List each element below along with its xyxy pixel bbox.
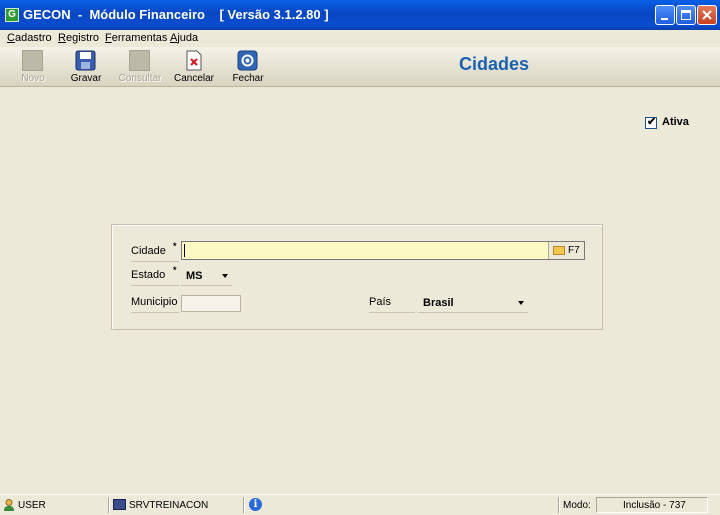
minimize-icon [661, 18, 668, 20]
menu-bar: Cadastro Registro Ferramentas Ajuda [0, 30, 720, 47]
cidade-input[interactable] [181, 241, 585, 260]
maximize-icon [681, 10, 691, 20]
status-separator [558, 497, 560, 513]
user-icon [4, 499, 14, 511]
status-user: USER [18, 500, 46, 511]
menu-ajuda[interactable]: Ajuda [170, 32, 198, 44]
cidade-label: Cidade [131, 245, 179, 262]
fechar-button[interactable]: Fechar [225, 49, 271, 85]
search-icon [129, 50, 150, 71]
close-window-button[interactable] [697, 5, 717, 25]
ativa-label[interactable]: Ativa [662, 116, 689, 128]
new-icon [22, 50, 43, 71]
window-titlebar[interactable]: G GECON - Módulo Financeiro [ Versão 3.1… [0, 0, 720, 30]
toolbar: Novo Gravar Consultar Cancelar Fechar [0, 47, 720, 87]
pais-label: País [369, 296, 415, 313]
cidade-required-mark: * [173, 241, 177, 251]
info-icon[interactable]: i [249, 498, 262, 511]
cancelar-button[interactable]: Cancelar [171, 49, 217, 85]
pais-select[interactable]: Brasil [418, 295, 528, 313]
consultar-button[interactable]: Consultar [117, 49, 163, 85]
gravar-button[interactable]: Gravar [63, 49, 109, 85]
app-logo-icon: G [5, 8, 19, 22]
cancel-document-icon [186, 50, 202, 71]
menu-cadastro[interactable]: Cadastro [7, 32, 52, 44]
status-mode-box: Inclusão - 737 [596, 497, 708, 513]
estado-label: Estado [131, 269, 179, 286]
folder-open-icon [553, 246, 565, 255]
chevron-down-icon [518, 301, 524, 305]
maximize-button[interactable] [676, 5, 696, 25]
save-icon [75, 50, 96, 71]
window-title: GECON - Módulo Financeiro [ Versão 3.1.2… [23, 7, 329, 22]
chevron-down-icon [222, 274, 228, 278]
cidade-lookup-button[interactable]: F7 [548, 242, 584, 259]
municipio-input[interactable] [181, 295, 241, 312]
status-mode-value: Inclusão - 737 [623, 500, 686, 511]
close-icon [702, 10, 712, 20]
page-title: Cidades [459, 54, 530, 74]
close-power-icon [237, 50, 258, 71]
status-bar: USER SRVTREINACON i Modo: Inclusão - 737 [0, 494, 720, 515]
ativa-checkbox[interactable]: ✔ [645, 116, 657, 129]
status-server: SRVTREINACON [129, 500, 209, 511]
estado-required-mark: * [173, 265, 177, 275]
status-separator [108, 497, 110, 513]
minimize-button[interactable] [655, 5, 675, 25]
estado-select[interactable]: MS [181, 268, 232, 286]
status-mode-label: Modo: [563, 500, 591, 511]
menu-ferramentas[interactable]: Ferramentas [105, 32, 167, 44]
checkmark-icon: ✔ [647, 116, 657, 128]
text-cursor [184, 244, 185, 257]
novo-button[interactable]: Novo [10, 49, 56, 85]
municipio-label: Municipio [131, 296, 179, 313]
computer-icon [113, 499, 126, 510]
menu-registro[interactable]: Registro [58, 32, 99, 44]
status-separator [243, 497, 245, 513]
